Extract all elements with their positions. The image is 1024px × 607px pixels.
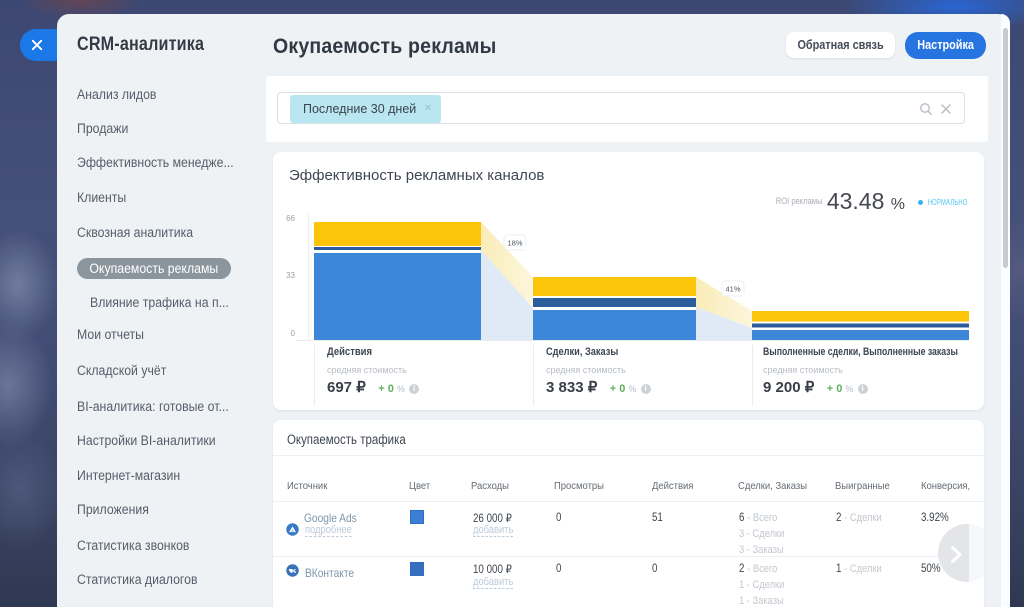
svg-text:18%: 18% [507,239,522,248]
svg-text:41%: 41% [725,285,740,294]
